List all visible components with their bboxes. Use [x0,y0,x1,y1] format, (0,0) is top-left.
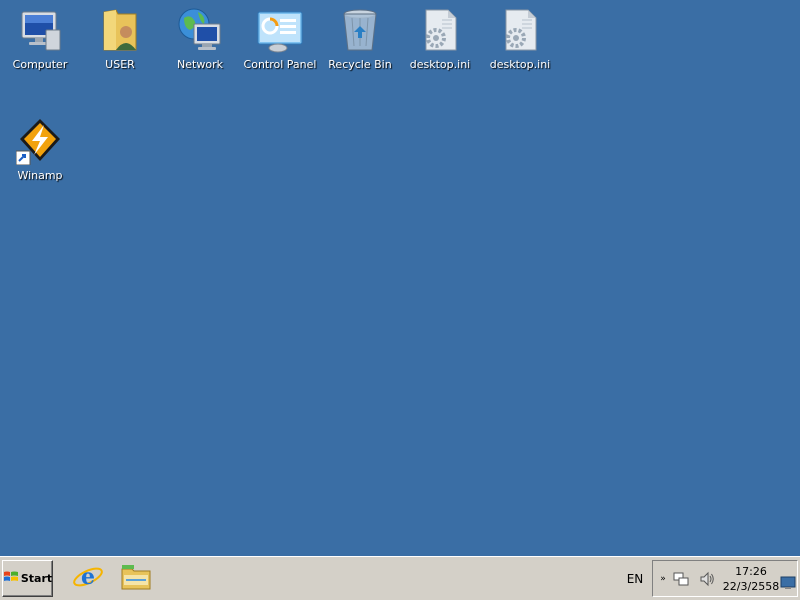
desktop-icon-winamp[interactable]: Winamp [0,117,80,197]
desktop-icon-recycle-bin[interactable]: Recycle Bin [320,6,400,86]
desktop-icon-label: desktop.ini [409,58,471,71]
quick-launch-windows-explorer[interactable] [120,563,152,595]
control-panel-icon [256,6,304,54]
internet-explorer-icon: e [72,561,104,597]
taskbar: Start e EN » 17:26 22/3/2558 [0,556,800,600]
desktop-icon-label: Winamp [17,169,63,182]
desktop-icon-label: USER [105,58,135,71]
clock-date[interactable]: 22/3/2558 [721,580,781,594]
show-desktop-icon[interactable] [780,575,796,591]
network-status-icon[interactable] [673,571,689,587]
desktop-icon-control-panel[interactable]: Control Panel [240,6,320,86]
quick-launch-internet-explorer[interactable]: e [72,563,104,595]
clock-time[interactable]: 17:26 [723,565,779,579]
recycle-bin-icon [336,6,384,54]
desktop-icon-label: desktop.ini [489,58,551,71]
system-tray: » 17:26 22/3/2558 [652,560,798,597]
language-indicator[interactable]: EN [621,570,649,588]
desktop-icon-desktop-ini[interactable]: desktop.ini [400,6,480,86]
start-label: Start [20,572,53,585]
desktop-icon-computer[interactable]: Computer [0,6,80,86]
settings-file-icon [416,6,464,54]
settings-file-icon [496,6,544,54]
network-icon [176,6,224,54]
svg-text:e: e [81,564,95,590]
desktop-icon-network[interactable]: Network [160,6,240,86]
start-button[interactable]: Start [2,560,53,597]
winamp-shortcut-icon [16,117,64,165]
desktop-icon-user[interactable]: USER [80,6,160,86]
windows-logo-icon [3,569,19,588]
desktop-icon-label: Recycle Bin [328,58,392,71]
desktop-icon-label: Computer [12,58,68,71]
desktop-icon-label: Control Panel [243,58,317,71]
show-hidden-icons-button[interactable]: » [658,573,668,585]
desktop-icon-desktop-ini[interactable]: desktop.ini [480,6,560,86]
computer-icon [16,6,64,54]
volume-icon[interactable] [699,571,715,587]
windows-explorer-icon [120,561,152,597]
user-folder-icon [96,6,144,54]
desktop[interactable]: Computer USER Network Control Panel Recy… [0,0,800,556]
desktop-icon-label: Network [177,58,223,71]
